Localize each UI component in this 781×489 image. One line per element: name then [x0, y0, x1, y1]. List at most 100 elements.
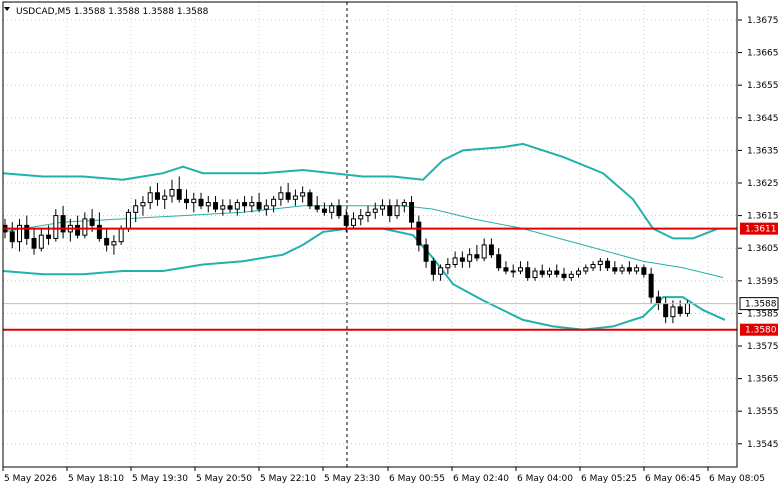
candle — [314, 196, 320, 213]
candle — [583, 264, 589, 275]
time-label: 5 May 23:30 — [324, 474, 380, 484]
candle — [9, 222, 15, 249]
candle — [17, 218, 23, 252]
candle — [321, 202, 327, 216]
candle-body — [496, 254, 502, 269]
chart-window[interactable]: 1.3675 1.3665 1.3655 1.3645 1.3635 1.3625 1.36… — [0, 0, 781, 489]
candle-body — [626, 267, 632, 272]
candle-body — [104, 237, 110, 246]
candle — [474, 244, 480, 262]
candle-body — [539, 270, 545, 275]
candle-body — [481, 244, 487, 259]
candle — [525, 261, 531, 281]
time-axis-labels: 5 May 2026 5 May 18:10 5 May 19:30 5 May 20… — [4, 474, 765, 484]
candle-body — [147, 192, 153, 204]
candle — [394, 199, 400, 219]
candle — [75, 215, 81, 239]
time-label: 5 May 2026 — [4, 474, 57, 484]
candle — [53, 209, 59, 242]
candle-body — [517, 267, 523, 272]
candle — [111, 235, 117, 255]
candle — [423, 238, 429, 268]
candle — [60, 205, 66, 239]
time-label: 5 May 18:10 — [68, 474, 124, 484]
price-label: 1.3615 — [747, 212, 779, 222]
candle — [547, 267, 552, 278]
candle-body — [401, 202, 407, 207]
candle — [590, 261, 596, 272]
price-label: 1.3625 — [747, 179, 779, 189]
candle — [162, 189, 168, 210]
candle — [249, 196, 255, 213]
candle-body — [9, 231, 15, 243]
candle — [307, 189, 313, 210]
candle-body — [488, 244, 494, 256]
candle-body — [394, 205, 400, 217]
candle-body — [256, 202, 262, 210]
price-label: 1.3565 — [747, 375, 779, 385]
candle-body — [648, 273, 654, 298]
candle-body — [314, 205, 320, 210]
bollinger-lower-band — [2, 227, 726, 331]
candle — [568, 271, 574, 281]
time-label: 6 May 04:00 — [517, 474, 573, 484]
candle-body — [278, 192, 284, 200]
candle-body — [452, 257, 458, 266]
candle — [242, 196, 248, 213]
symbol-info: USDCAD,M5 1.3588 1.3588 1.3588 1.3588 — [16, 7, 209, 17]
candle — [445, 257, 451, 275]
price-label: 1.3635 — [747, 146, 779, 156]
candle-body — [118, 228, 124, 243]
grid-lines — [3, 2, 737, 467]
candle — [271, 196, 277, 213]
candle-body — [285, 192, 291, 200]
candle-body — [684, 303, 690, 314]
candle-body — [430, 260, 436, 275]
candle-body — [343, 215, 349, 226]
candle — [285, 183, 291, 203]
candle — [648, 267, 654, 304]
candle-body — [423, 244, 429, 262]
candle-body — [372, 208, 378, 213]
candle-body — [176, 189, 182, 200]
candle-body — [409, 202, 415, 223]
price-label: 1.3665 — [747, 49, 779, 59]
candle — [401, 199, 407, 213]
price-chart[interactable]: 1.3675 1.3665 1.3655 1.3645 1.3635 1.3625 1.36… — [0, 0, 781, 489]
price-label: 1.3675 — [747, 16, 779, 26]
candle — [459, 251, 465, 268]
candle — [517, 261, 523, 275]
candle-body — [220, 205, 226, 210]
candle-body — [53, 215, 59, 239]
candle-body — [75, 224, 81, 236]
candle-body — [387, 205, 393, 217]
candle-body — [205, 202, 211, 207]
time-label: 6 May 00:55 — [389, 474, 445, 484]
candle — [263, 199, 269, 216]
candle — [358, 209, 364, 226]
time-label: 6 May 05:25 — [581, 474, 637, 484]
candle-body — [503, 267, 509, 272]
candle-body — [234, 202, 240, 210]
price-label: 1.3605 — [747, 244, 779, 254]
price-label: 1.3595 — [747, 277, 779, 287]
candle-body — [263, 205, 269, 210]
candle — [213, 196, 219, 213]
candle — [409, 196, 415, 229]
candle — [256, 192, 262, 213]
candle-body — [300, 192, 306, 197]
candle-body — [111, 241, 117, 246]
candle — [176, 176, 182, 203]
price-label: 1.3655 — [747, 81, 779, 91]
candle-body — [612, 267, 618, 272]
triangle-down-icon[interactable] — [4, 7, 10, 11]
candle-body — [154, 192, 160, 200]
candle — [597, 257, 603, 272]
candle-body — [365, 211, 371, 217]
candles — [2, 176, 690, 324]
candle-body — [82, 218, 88, 236]
candle — [278, 186, 284, 206]
time-label: 6 May 02:40 — [453, 474, 509, 484]
candle — [184, 189, 189, 210]
candle — [350, 212, 356, 229]
